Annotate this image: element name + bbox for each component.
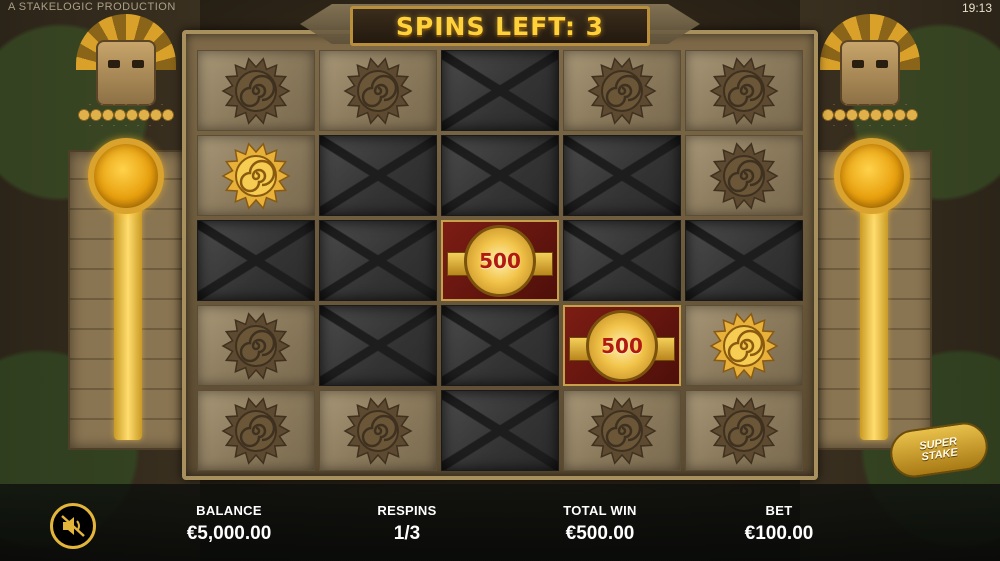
bet-display[interactable]: BET €100.00 [689, 503, 869, 545]
coin-value: 500 [479, 248, 521, 273]
respins-display: RESPINS 1/3 [317, 503, 497, 545]
respins-label: RESPINS [377, 503, 437, 518]
sun-symbol-cell [685, 305, 803, 386]
sun-symbol-cell [685, 50, 803, 131]
sun-symbol-cell [685, 135, 803, 216]
sun-symbol-cell [319, 390, 437, 471]
sun-symbol-cell [197, 135, 315, 216]
blank-stone-cell [319, 220, 437, 301]
banner-plaque: SPINS LEFT: 3 [350, 6, 650, 46]
carved-sun-icon [709, 141, 779, 210]
carved-sun-icon [709, 396, 779, 465]
coin-symbol-cell: 500 [441, 220, 559, 301]
clock: 19:13 [961, 1, 992, 15]
balance-label: BALANCE [196, 503, 262, 518]
idol-head [96, 40, 156, 106]
blank-stone-cell [563, 220, 681, 301]
sun-symbol-cell [197, 390, 315, 471]
blank-stone-cell [685, 220, 803, 301]
blank-stone-cell [441, 135, 559, 216]
right-gem-orb [834, 138, 910, 214]
left-gem-orb [88, 138, 164, 214]
blank-stone-cell [563, 135, 681, 216]
blank-stone-cell [441, 390, 559, 471]
production-credit: A STAKELOGIC PRODUCTION [8, 1, 176, 13]
coin-value: 500 [601, 333, 643, 358]
super-stake-text: SUPER STAKE [918, 435, 959, 464]
carved-sun-icon [709, 56, 779, 125]
sun-symbol-cell [197, 305, 315, 386]
blank-stone-cell [319, 305, 437, 386]
coin-medallion: 500 [464, 224, 536, 297]
idol-beads [822, 104, 918, 126]
sun-symbol-cell [563, 50, 681, 131]
speaker-muted-icon [61, 515, 85, 537]
respins-value: 1/3 [393, 523, 421, 544]
total-win-display: TOTAL WIN €500.00 [510, 503, 690, 545]
carved-sun-icon [221, 56, 291, 125]
sun-symbol-cell [685, 390, 803, 471]
coin-medallion: 500 [586, 309, 658, 382]
right-idol-statue [818, 14, 922, 140]
sun-symbol-cell [197, 50, 315, 131]
sound-toggle-button[interactable] [50, 503, 96, 549]
total-win-value: €500.00 [565, 523, 635, 544]
gold-stripe [860, 200, 888, 440]
balance-value: €5,000.00 [186, 523, 272, 544]
gold-sun-icon [709, 311, 779, 380]
gold-sun-icon [221, 141, 291, 210]
blank-stone-cell [319, 135, 437, 216]
sun-symbol-cell [319, 50, 437, 131]
spins-left-text: SPINS LEFT: 3 [395, 11, 605, 41]
blank-stone-cell [197, 220, 315, 301]
idol-head [840, 40, 900, 106]
balance-display: BALANCE €5,000.00 [139, 503, 319, 545]
sun-symbol-cell [563, 390, 681, 471]
carved-sun-icon [221, 311, 291, 380]
coin-symbol-cell: 500 [563, 305, 681, 386]
gold-stripe [114, 200, 142, 440]
carved-sun-icon [587, 56, 657, 125]
carved-sun-icon [221, 396, 291, 465]
total-win-label: TOTAL WIN [563, 503, 637, 518]
bet-label: BET [765, 503, 793, 518]
left-idol-statue [74, 14, 178, 140]
blank-stone-cell [441, 305, 559, 386]
carved-sun-icon [343, 396, 413, 465]
bet-value[interactable]: €100.00 [689, 523, 869, 545]
carved-sun-icon [343, 56, 413, 125]
carved-sun-icon [587, 396, 657, 465]
idol-beads [78, 104, 174, 126]
spins-left-banner: SPINS LEFT: 3 [300, 2, 700, 50]
blank-stone-cell [441, 50, 559, 131]
reel-grid: 500 500 [197, 50, 803, 471]
game-stage: A STAKELOGIC PRODUCTION 19:13 500 500 SPI… [0, 0, 1000, 561]
